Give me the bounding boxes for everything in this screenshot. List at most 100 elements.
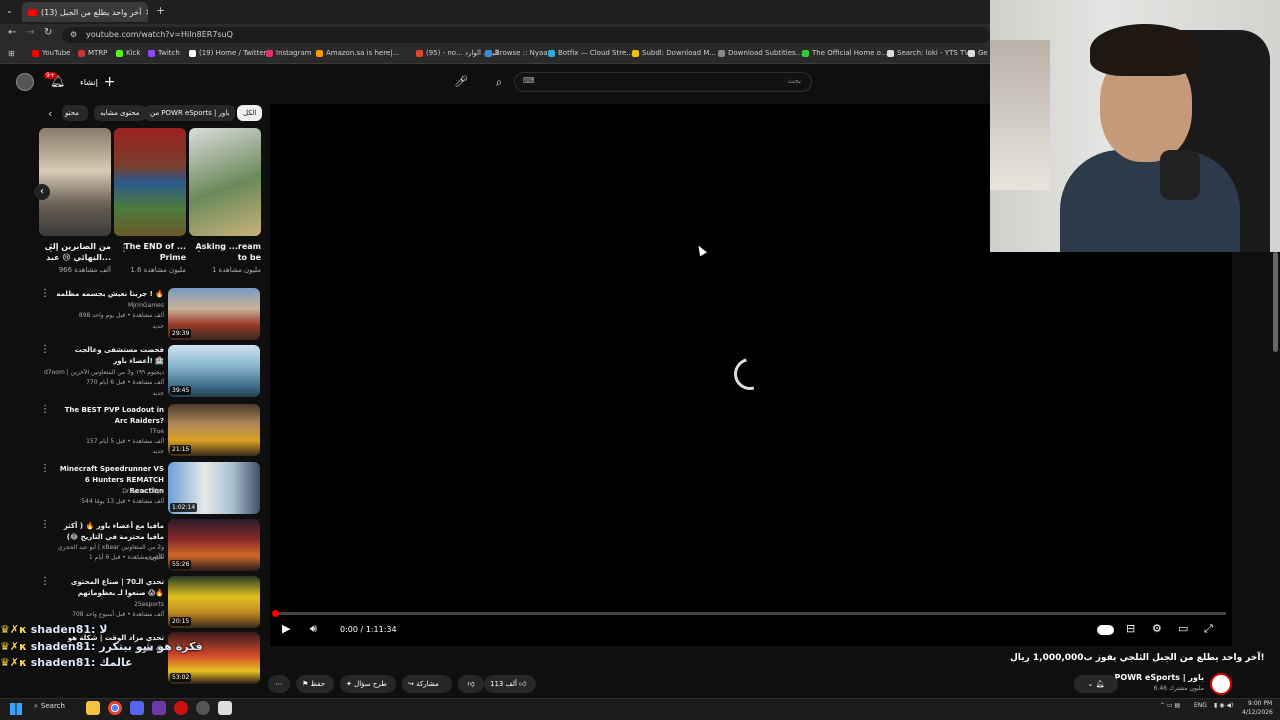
bookmark-favicon-icon: [548, 49, 555, 57]
browser-tab[interactable]: (13) آخر واحد يطلع من الجبل ✕: [22, 2, 148, 22]
progress-handle[interactable]: [272, 610, 279, 617]
video-title[interactable]: تحدي الـ70 | صناع المحتوى صنعوا لـ بعظوم…: [55, 577, 164, 599]
bookmark-item[interactable]: Kick: [116, 49, 140, 57]
chrome-icon[interactable]: [108, 701, 122, 715]
microphone-icon[interactable]: 🎤︎: [452, 72, 470, 92]
search-icon[interactable]: ⌕: [488, 72, 510, 92]
more-options-icon[interactable]: ⋮: [40, 404, 50, 415]
tab-search-button[interactable]: ⌄: [6, 6, 13, 15]
bookmark-item[interactable]: Download Subtitles...: [718, 49, 802, 57]
channel-name[interactable]: TFue: [38, 427, 164, 436]
video-thumbnail[interactable]: 20:15: [168, 576, 260, 628]
bookmark-item[interactable]: Ge: [968, 49, 988, 57]
more-options-icon[interactable]: ⋮: [40, 463, 50, 474]
dislike-button[interactable]: 👎︎: [458, 675, 484, 693]
app-icon[interactable]: [218, 701, 232, 715]
volume-icon[interactable]: 🔊︎: [310, 622, 317, 636]
more-options-icon[interactable]: ⋮: [40, 519, 50, 530]
new-tab-button[interactable]: +: [156, 4, 165, 17]
chip-from-channel[interactable]: من POWR eSports | باور: [144, 105, 236, 121]
more-options-icon[interactable]: ⋮: [40, 344, 50, 355]
video-title[interactable]: جربنا نعيش بجسمه مظلمه ! 🔥: [55, 289, 164, 300]
play-button[interactable]: ▶: [282, 622, 290, 635]
bookmark-item[interactable]: Browse :: Nyaa: [485, 49, 548, 57]
page-scrollbar[interactable]: [1273, 252, 1278, 352]
bookmark-item[interactable]: Instagram: [266, 49, 312, 57]
clock-time[interactable]: 9:00 PM: [1248, 700, 1272, 707]
settings-icon[interactable]: ⚙: [1152, 622, 1162, 635]
bookmark-item[interactable]: Botfix — Cloud Stre...: [548, 49, 633, 57]
file-explorer-icon[interactable]: [86, 701, 100, 715]
chips-prev-icon[interactable]: ‹: [48, 107, 52, 120]
video-thumbnail[interactable]: 39:45: [168, 345, 260, 397]
more-options-icon[interactable]: ⋮: [40, 576, 50, 587]
save-button[interactable]: ⚑ حفظ: [296, 675, 334, 693]
bookmark-item[interactable]: MTRP: [78, 49, 107, 57]
subtitles-icon[interactable]: ⊟: [1126, 622, 1135, 635]
channel-name-main[interactable]: POWR eSports | باور: [1110, 673, 1204, 682]
bookmark-item[interactable]: Search: loki - YTS TV: [887, 49, 969, 57]
discord-icon[interactable]: [130, 701, 144, 715]
channel-name[interactable]: d7oom | ديجيوم ١٩٩ و3 من المتعاونين الآخ…: [38, 368, 164, 377]
chip-more[interactable]: محتو: [62, 105, 88, 121]
bookmark-item[interactable]: The Official Home o...: [802, 49, 888, 57]
video-thumbnail[interactable]: 29:39: [168, 288, 260, 340]
more-actions-button[interactable]: ⋯: [268, 675, 290, 693]
more-options-icon[interactable]: ⋮: [119, 243, 129, 254]
site-info-icon[interactable]: ⚙: [70, 30, 77, 39]
windows-start-icon[interactable]: [10, 703, 22, 715]
shorts-prev-icon[interactable]: ‹: [34, 184, 50, 200]
video-meta: 157 ألف مشاهدة • قبل 5 أيام: [86, 438, 164, 445]
more-options-icon[interactable]: ⋮: [46, 243, 56, 254]
taskbar-search[interactable]: ⌕ Search: [34, 702, 65, 711]
settings-icon[interactable]: [196, 701, 210, 715]
like-button[interactable]: 113 ألف 👍︎: [484, 675, 536, 693]
ask-button[interactable]: ✦ طرح سؤال: [340, 675, 396, 693]
language-indicator[interactable]: ENG: [1194, 702, 1207, 709]
create-button[interactable]: إنشاء +: [80, 74, 116, 90]
channel-name[interactable]: DrDonut Clips: [38, 487, 164, 496]
obs-icon[interactable]: [174, 701, 188, 715]
search-input[interactable]: بحث ⌨: [514, 72, 812, 92]
back-icon[interactable]: ←: [8, 27, 16, 38]
bookmark-item[interactable]: YouTube: [32, 49, 70, 57]
forward-icon[interactable]: →: [26, 27, 34, 38]
progress-bar[interactable]: [274, 612, 1226, 615]
share-button[interactable]: ↪ مشاركة: [402, 675, 452, 693]
bookmark-item[interactable]: Twitch: [148, 49, 180, 57]
chip-all[interactable]: الكل: [237, 105, 263, 121]
tray-icons[interactable]: ⌃ ▭ ▤: [1160, 702, 1180, 709]
apps-icon[interactable]: ⊞: [8, 49, 15, 58]
close-icon[interactable]: ✕: [145, 8, 148, 17]
reload-icon[interactable]: ↻: [44, 27, 52, 38]
channel-name[interactable]: 25esports: [38, 600, 164, 609]
channel-avatar[interactable]: [1210, 673, 1232, 695]
theater-mode-icon[interactable]: ▭: [1178, 622, 1188, 635]
app-icon[interactable]: [152, 701, 166, 715]
bookmark-label: Search: loki - YTS TV: [897, 49, 970, 57]
channel-name[interactable]: MjrmGames: [38, 301, 164, 310]
bookmark-item[interactable]: Subdl: Download M...: [632, 49, 716, 57]
short-thumbnail[interactable]: [39, 128, 111, 236]
more-options-icon[interactable]: ⋮: [194, 243, 204, 254]
keyboard-icon[interactable]: ⌨: [523, 76, 535, 85]
video-thumbnail[interactable]: 1:02:14: [168, 462, 260, 514]
bookmark-item[interactable]: (19) Home / Twitter: [189, 49, 267, 57]
more-options-icon[interactable]: ⋮: [40, 288, 50, 299]
clock-date[interactable]: 4/12/2026: [1242, 709, 1273, 716]
video-title[interactable]: مافيا مع أعضاء باور 🔥 ( أكثر مافيا محترم…: [55, 521, 164, 543]
avatar[interactable]: [16, 73, 34, 91]
bookmark-item[interactable]: Amazon.sa is here|...: [316, 49, 399, 57]
short-thumbnail[interactable]: [189, 128, 261, 236]
chip-related[interactable]: محتوى مشابه: [94, 105, 146, 121]
video-title[interactable]: The BEST PVP Loadout in Arc Raiders?: [55, 405, 164, 427]
video-thumbnail[interactable]: 21:15: [168, 404, 260, 456]
video-thumbnail[interactable]: 55:26: [168, 519, 260, 571]
network-volume-icon[interactable]: ▮ ◉ ◀): [1214, 702, 1233, 709]
url-input[interactable]: youtube.com/watch?v=HiIn8ER7suQ: [62, 27, 990, 43]
autoplay-toggle[interactable]: [1097, 625, 1114, 635]
short-thumbnail[interactable]: [114, 128, 186, 236]
subscribed-button[interactable]: ⌄ 🔔︎: [1074, 675, 1118, 693]
fullscreen-icon[interactable]: ⤢: [1204, 622, 1213, 636]
video-title[interactable]: فحصت مستشفى وعالجت أعضاء باور! 🏥: [55, 345, 164, 367]
